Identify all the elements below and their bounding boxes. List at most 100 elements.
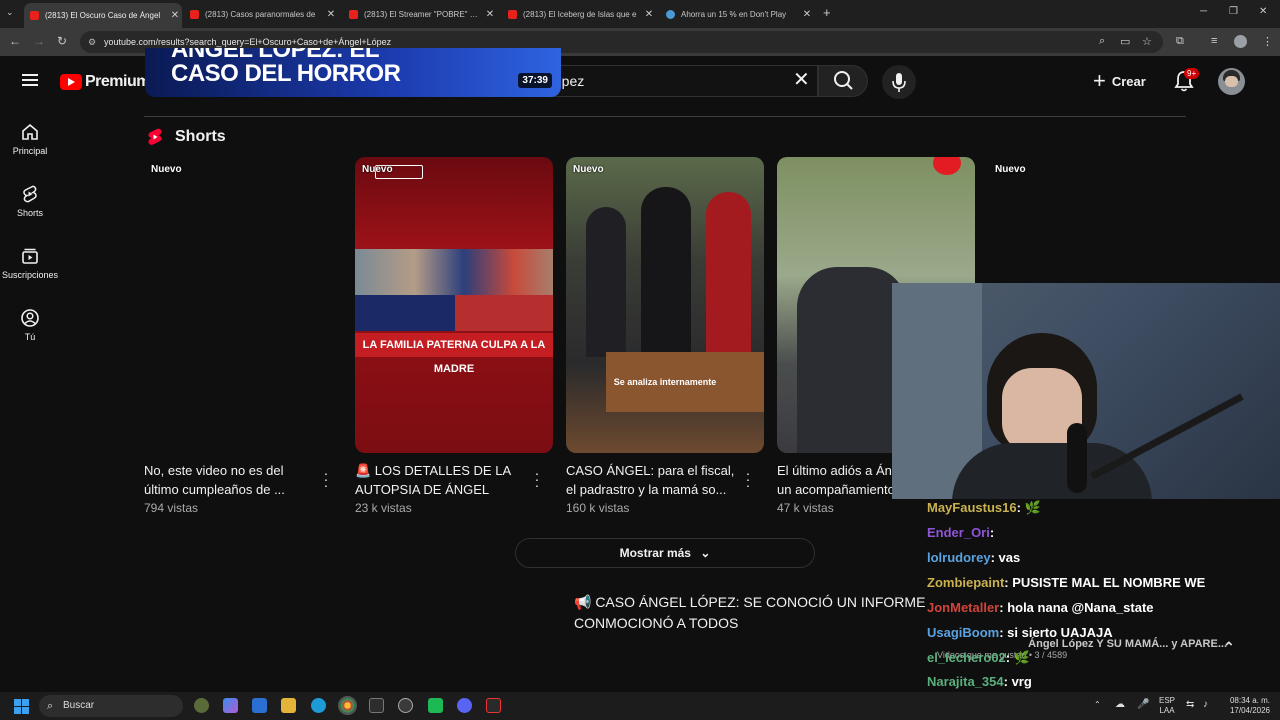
stream-chat: MayFaustus16: 🌿 Ender_Ori: lolrudorey: v… bbox=[922, 495, 1257, 690]
video-duration: 37:39 bbox=[518, 73, 552, 88]
app-icon[interactable] bbox=[428, 698, 443, 713]
shorts-logo-icon bbox=[148, 128, 162, 145]
app-icon[interactable] bbox=[486, 698, 501, 713]
chat-message: MayFaustus16: 🌿 bbox=[927, 495, 1041, 520]
bookmark-star-icon[interactable]: ☆ bbox=[1142, 35, 1152, 48]
keyboard-layout: LAA bbox=[1159, 706, 1175, 715]
new-tab-button[interactable]: + bbox=[823, 5, 831, 20]
voice-search-button[interactable] bbox=[882, 65, 916, 99]
file-explorer-icon[interactable] bbox=[281, 698, 296, 713]
youtube-favicon-icon bbox=[508, 9, 517, 19]
taskbar-search[interactable]: ⌕ Buscar bbox=[39, 695, 183, 717]
copilot-icon[interactable] bbox=[223, 698, 238, 713]
close-tab-icon[interactable]: ✕ bbox=[642, 9, 656, 20]
short-views: 47 k vistas bbox=[777, 501, 834, 515]
video-title[interactable]: 📢 CASO ÁNGEL LÓPEZ: SE CONOCIÓ UN INFORM… bbox=[574, 592, 974, 634]
create-button[interactable]: + Crear bbox=[1093, 65, 1157, 97]
tab-strip: ⌄ (2813) El Oscuro Caso de Ángel ✕ (2813… bbox=[0, 0, 1280, 28]
tab-2[interactable]: (2813) El Streamer "POBRE" Ma ✕ bbox=[343, 3, 497, 25]
language-indicator[interactable]: ESP LAA bbox=[1159, 696, 1175, 716]
clear-search-icon[interactable]: ✕ bbox=[793, 69, 810, 91]
close-tab-icon[interactable]: ✕ bbox=[324, 9, 338, 20]
youtube-logo[interactable]: Premium KR bbox=[60, 69, 158, 91]
chat-message: Zombiepaint: PUSISTE MAL EL NOMBRE WE bbox=[927, 570, 1205, 595]
reload-icon[interactable]: ↻ bbox=[57, 34, 67, 48]
thumbnail-title-line2: CASO DEL HORROR bbox=[171, 60, 401, 87]
thumbnail-caption: LA FAMILIA PATERNA CULPA A LA MADRE bbox=[355, 333, 553, 375]
youtube-favicon-icon bbox=[30, 11, 39, 20]
zoom-icon[interactable]: ⌕ bbox=[1099, 35, 1105, 48]
sidebar-item-tu[interactable]: Tú bbox=[0, 308, 60, 342]
close-tab-icon[interactable]: ✕ bbox=[483, 9, 497, 20]
close-tab-icon[interactable]: ✕ bbox=[168, 10, 182, 21]
home-icon bbox=[22, 123, 38, 140]
store-icon[interactable] bbox=[252, 698, 267, 713]
chat-user: lolrudorey bbox=[927, 550, 991, 565]
search-button[interactable] bbox=[818, 65, 868, 97]
tab-title: Ahorra un 15 % en Don't Play bbox=[681, 9, 787, 19]
profile-icon[interactable] bbox=[1234, 35, 1247, 48]
tray-app-icon[interactable]: ☁ bbox=[1115, 700, 1125, 710]
menu-dots-icon[interactable]: ⋮ bbox=[1262, 35, 1273, 48]
thumbnail-caption: Se analiza internamente bbox=[613, 377, 717, 387]
discord-icon[interactable] bbox=[457, 698, 472, 713]
restore-icon[interactable]: ❐ bbox=[1229, 6, 1238, 17]
cast-icon[interactable]: ▭ bbox=[1120, 35, 1130, 48]
show-more-button[interactable]: Mostrar más ⌄ bbox=[515, 538, 815, 568]
chat-message: Ender_Ori: bbox=[927, 520, 994, 545]
site-info-icon[interactable]: ⚙ bbox=[88, 31, 96, 53]
sidebar-item-label: Shorts bbox=[16, 208, 43, 218]
extensions-icon[interactable]: ⧉ bbox=[1176, 35, 1184, 48]
chat-text: : hola nana @Nana_state bbox=[999, 600, 1154, 615]
search-icon: ⌕ bbox=[47, 700, 54, 712]
chevron-up-icon[interactable]: ⌃ bbox=[1223, 635, 1235, 660]
clock[interactable]: 08:34 a. m. 17/04/2026 bbox=[1222, 696, 1270, 716]
tab-4[interactable]: Ahorra un 15 % en Don't Play ✕ bbox=[660, 3, 814, 25]
short-thumbnail[interactable]: LA FAMILIA PATERNA CULPA A LA MADRE Nuev… bbox=[355, 157, 553, 453]
hamburger-menu-icon[interactable] bbox=[22, 74, 38, 86]
close-window-icon[interactable]: ✕ bbox=[1259, 6, 1267, 17]
plus-icon: + bbox=[1093, 68, 1106, 93]
sidebar-item-shorts[interactable]: Shorts bbox=[0, 184, 60, 218]
shorts-icon bbox=[23, 185, 37, 203]
reading-list-icon[interactable]: ≡ bbox=[1211, 35, 1217, 47]
tray-chevron-icon[interactable]: ⌃ bbox=[1094, 700, 1101, 710]
forward-icon[interactable]: → bbox=[33, 34, 45, 48]
chat-text: : PUSISTE MAL EL NOMBRE WE bbox=[1004, 575, 1206, 590]
video-thumbnail[interactable]: ÁNGEL LÓPEZ: EL CASO DEL HORROR 37:39 bbox=[145, 48, 561, 97]
short-title[interactable]: No, este video no es del último cumpleañ… bbox=[144, 461, 314, 499]
webcam-overlay bbox=[892, 283, 1280, 499]
short-views: 160 k vistas bbox=[566, 501, 630, 515]
account-avatar[interactable] bbox=[1218, 68, 1245, 95]
tab-0[interactable]: (2813) El Oscuro Caso de Ángel ✕ bbox=[24, 3, 182, 28]
new-badge: Nuevo bbox=[573, 164, 604, 175]
shorts-heading-text: Shorts bbox=[175, 128, 226, 145]
more-options-icon[interactable]: · · · bbox=[742, 466, 754, 492]
url-text: youtube.com/results?search_query=El+Oscu… bbox=[104, 37, 392, 47]
tab-1[interactable]: (2813) Casos paranormales de ✕ bbox=[184, 3, 338, 25]
windows-start-icon[interactable] bbox=[14, 699, 29, 714]
tab-search-chevron-icon[interactable]: ⌄ bbox=[6, 7, 14, 18]
short-title[interactable]: 🚨 LOS DETALLES DE LA AUTOPSIA DE ÁNGEL bbox=[355, 461, 525, 499]
volume-icon[interactable]: ♪ bbox=[1203, 700, 1208, 710]
app-icon[interactable] bbox=[398, 698, 413, 713]
network-icon[interactable]: ⇆ bbox=[1186, 700, 1194, 710]
sidebar-item-principal[interactable]: Principal bbox=[0, 122, 60, 156]
chat-text: : bbox=[989, 525, 995, 540]
tab-3[interactable]: (2813) El Iceberg de Islas que e ✕ bbox=[502, 3, 656, 25]
more-options-icon[interactable]: · · · bbox=[320, 466, 332, 492]
short-title[interactable]: CASO ÁNGEL: para el fiscal, el padrastro… bbox=[566, 461, 736, 499]
sidebar-item-suscripciones[interactable]: Suscripciones bbox=[0, 246, 60, 280]
chrome-icon[interactable] bbox=[338, 696, 357, 715]
edge-icon[interactable] bbox=[311, 698, 326, 713]
app-icon[interactable] bbox=[369, 698, 384, 713]
widgets-icon[interactable] bbox=[194, 698, 209, 713]
close-tab-icon[interactable]: ✕ bbox=[800, 9, 814, 20]
short-thumbnail[interactable]: Nuevo bbox=[144, 157, 342, 453]
short-thumbnail[interactable]: Se analiza internamente Nuevo bbox=[566, 157, 764, 453]
back-icon[interactable]: ← bbox=[9, 34, 21, 48]
show-more-label: Mostrar más bbox=[619, 546, 691, 560]
tray-mic-icon[interactable]: 🎤 bbox=[1137, 700, 1149, 710]
more-options-icon[interactable]: · · · bbox=[531, 466, 543, 492]
minimize-icon[interactable]: ─ bbox=[1200, 6, 1207, 17]
